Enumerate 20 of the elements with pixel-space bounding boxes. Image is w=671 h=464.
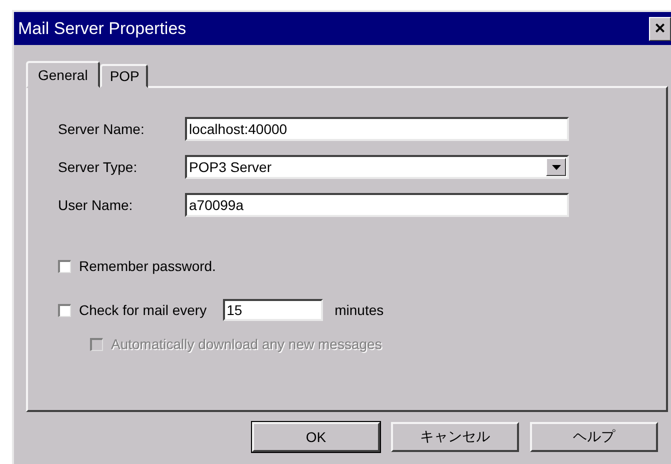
input-field[interactable]: localhost:40000 [185, 117, 569, 141]
dialog-button[interactable]: ヘルプ [530, 422, 658, 452]
checkbox[interactable] [58, 260, 71, 272]
dialog-button[interactable]: OK [252, 422, 380, 452]
field-label: User Name: [58, 197, 134, 213]
input-field[interactable]: 15 [222, 299, 323, 321]
field-label: Server Name: [58, 121, 146, 137]
window-title: Mail Server Properties [18, 18, 186, 38]
tab[interactable]: POP [100, 64, 148, 88]
tab[interactable]: General [26, 61, 100, 88]
dropdown[interactable]: POP3 Server [185, 155, 569, 179]
checkbox-label: Remember password. [79, 258, 216, 274]
input-field[interactable]: a70099a [185, 193, 569, 217]
checkbox-label: Automatically download any new messages [111, 336, 382, 352]
field-label: Server Type: [58, 159, 138, 175]
checkbox-label: Check for mail every [79, 302, 207, 318]
unit-label: minutes [334, 302, 384, 318]
dialog-button[interactable]: キャンセル [391, 422, 519, 452]
close-button[interactable]: × [649, 16, 671, 40]
checkbox[interactable] [58, 304, 71, 316]
